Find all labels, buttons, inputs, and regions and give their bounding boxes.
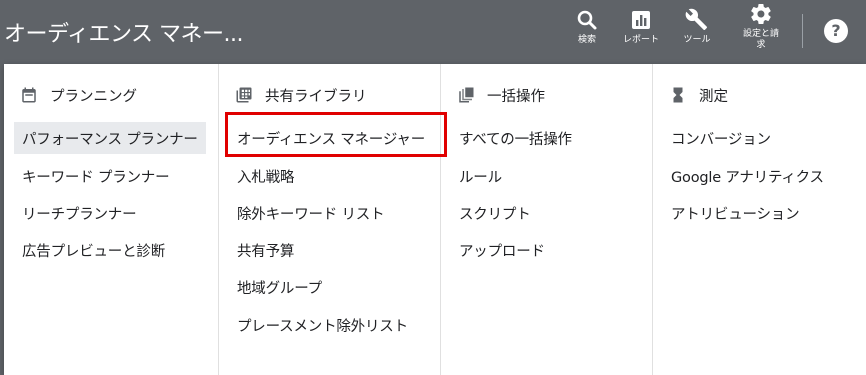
search-button[interactable]: 検索 [560, 6, 614, 60]
menu-item-performance-planner[interactable]: パフォーマンス プランナー [14, 122, 206, 154]
menu-column-measurement: 測定 コンバージョン Google アナリティクス アトリビューション [652, 64, 866, 375]
menu-column-shared-library: 共有ライブラリ オーディエンス マネージャー 入札戦略 除外キーワード リスト … [218, 64, 440, 375]
menu-item-shared-budgets[interactable]: 共有予算 [229, 234, 302, 266]
column-header-shared-library: 共有ライブラリ [235, 83, 367, 107]
column-title: 測定 [699, 88, 728, 105]
copy-stack-icon [459, 87, 474, 103]
column-header-planning: プランニング [20, 83, 137, 107]
menu-column-planning: プランニング パフォーマンス プランナー キーワード プランナー リーチプランナ… [4, 64, 218, 375]
tools-menu-panel: プランニング パフォーマンス プランナー キーワード プランナー リーチプランナ… [4, 64, 866, 375]
report-label: レポート [622, 35, 659, 45]
report-icon [632, 11, 650, 29]
column-header-measurement: 測定 [669, 83, 728, 107]
column-title: プランニング [50, 88, 137, 105]
column-title: 共有ライブラリ [265, 88, 367, 105]
header-divider [802, 14, 803, 48]
menu-item-attribution[interactable]: アトリビューション [663, 197, 807, 229]
menu-item-negative-keyword-lists[interactable]: 除外キーワード リスト [229, 197, 392, 229]
column-title: 一括操作 [487, 88, 545, 105]
library-grid-icon [236, 87, 252, 103]
menu-item-placement-exclusion-lists[interactable]: プレースメント除外リスト [229, 309, 416, 341]
calendar-icon [22, 87, 36, 103]
menu-item-audience-manager[interactable]: オーディエンス マネージャー [229, 122, 433, 154]
top-app-bar: オーディエンス マネー... 検索 レポート ツール 設定と請求 ? [0, 0, 866, 64]
tools-label: ツール [683, 35, 711, 45]
menu-item-conversions[interactable]: コンバージョン [663, 122, 779, 154]
tools-button[interactable]: ツール [670, 6, 724, 60]
menu-item-google-analytics[interactable]: Google アナリティクス [663, 160, 832, 192]
menu-item-uploads[interactable]: アップロード [451, 234, 553, 266]
report-button[interactable]: レポート [614, 6, 668, 60]
menu-column-bulk-actions: 一括操作 すべての一括操作 ルール スクリプト アップロード [440, 64, 652, 375]
menu-item-keyword-planner[interactable]: キーワード プランナー [14, 160, 177, 192]
settings-billing-label: 設定と請求 [742, 29, 779, 50]
page-title: オーディエンス マネー... [4, 22, 244, 47]
menu-item-bid-strategies[interactable]: 入札戦略 [229, 160, 302, 192]
menu-item-rules[interactable]: ルール [451, 160, 510, 192]
menu-item-ad-preview[interactable]: 広告プレビューと診断 [14, 234, 173, 266]
wrench-icon [685, 8, 707, 31]
gear-icon [751, 4, 771, 25]
menu-item-reach-planner[interactable]: リーチプランナー [14, 197, 144, 229]
settings-billing-button[interactable]: 設定と請求 [734, 0, 788, 54]
menu-item-all-bulk-actions[interactable]: すべての一括操作 [451, 122, 580, 154]
search-icon [577, 10, 597, 30]
menu-item-location-groups[interactable]: 地域グループ [229, 271, 330, 303]
column-header-bulk-actions: 一括操作 [457, 83, 545, 107]
search-label: 検索 [577, 35, 596, 45]
menu-item-scripts[interactable]: スクリプト [451, 197, 539, 229]
hourglass-icon [673, 87, 683, 103]
help-icon[interactable]: ? [824, 19, 848, 43]
